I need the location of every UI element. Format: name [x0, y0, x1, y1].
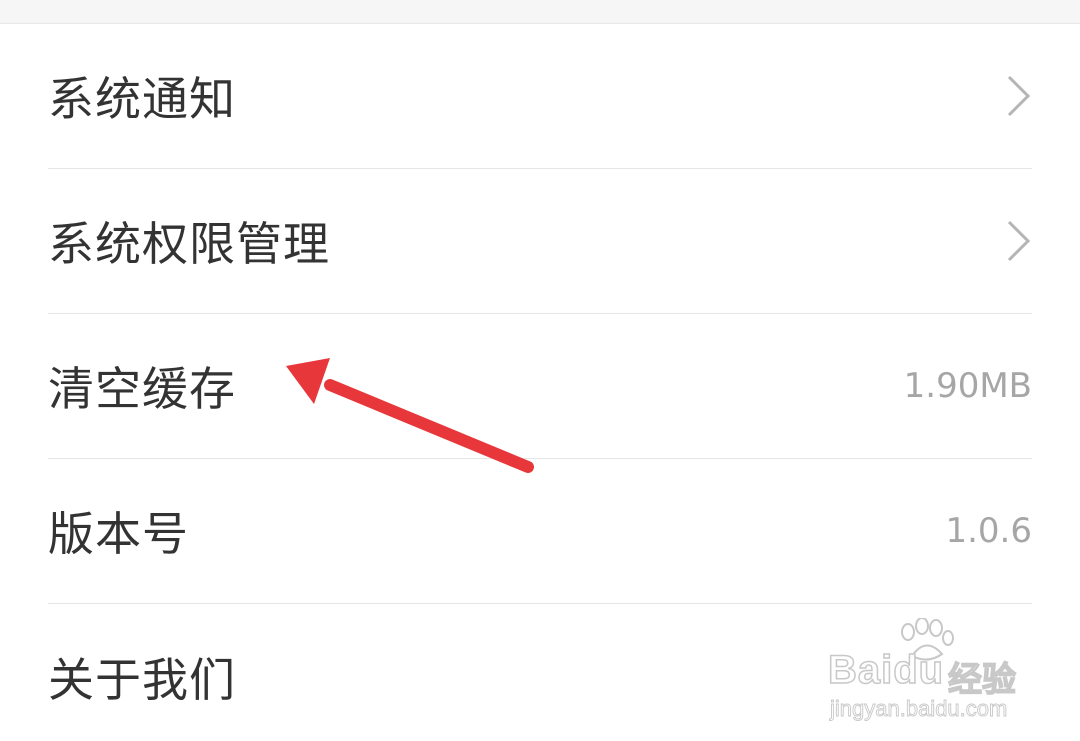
settings-item-label: 版本号 — [48, 507, 189, 561]
cache-size-value: 1.90MB — [903, 366, 1032, 406]
settings-item-about-us[interactable]: 关于我们 — [48, 604, 1032, 741]
settings-item-label: 系统通知 — [48, 72, 236, 126]
top-bar-edge — [0, 0, 1080, 24]
settings-item-label: 清空缓存 — [48, 362, 236, 416]
version-value: 1.0.6 — [945, 511, 1032, 551]
settings-item-version[interactable]: 版本号 1.0.6 — [48, 459, 1032, 604]
settings-screen: 系统通知 系统权限管理 清空缓存 1.90MB 版本号 1.0.6 关于我们 B… — [0, 0, 1080, 741]
settings-list: 系统通知 系统权限管理 清空缓存 1.90MB 版本号 1.0.6 关于我们 — [0, 24, 1080, 741]
chevron-right-icon — [992, 71, 1032, 121]
settings-item-clear-cache[interactable]: 清空缓存 1.90MB — [48, 314, 1032, 459]
chevron-right-icon — [992, 216, 1032, 266]
settings-item-system-permissions[interactable]: 系统权限管理 — [48, 169, 1032, 314]
settings-item-label: 关于我们 — [48, 652, 236, 707]
settings-item-system-notifications[interactable]: 系统通知 — [48, 24, 1032, 169]
settings-item-label: 系统权限管理 — [48, 217, 330, 271]
